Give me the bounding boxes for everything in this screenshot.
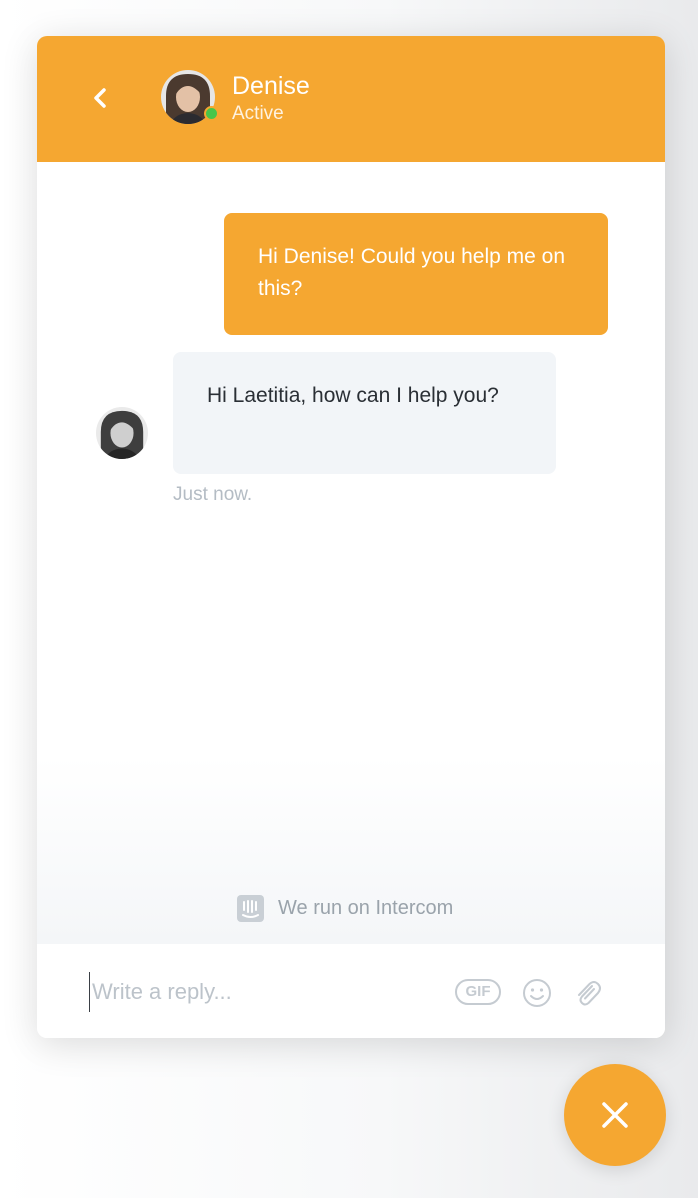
user-message-bubble: Hi Denise! Could you help me on this? — [224, 213, 608, 335]
messenger-launcher-button[interactable] — [564, 1064, 666, 1166]
status-indicator — [204, 106, 219, 121]
admin-avatar — [96, 407, 148, 459]
chevron-left-icon — [94, 88, 106, 108]
messenger-window: Denise Active Hi Denise! Could you help … — [37, 36, 665, 1038]
paperclip-icon — [578, 981, 601, 1006]
emoji-button[interactable] — [521, 977, 553, 1009]
intercom-logo-icon — [237, 894, 264, 922]
agent-status: Active — [232, 103, 284, 124]
message-timestamp: Just now. — [173, 484, 253, 505]
reply-input[interactable] — [89, 972, 432, 1012]
agent-name: Denise — [232, 72, 310, 100]
admin-message-bubble: Hi Laetitia, how can I help you? — [173, 352, 556, 474]
powered-by-label: We run on Intercom — [278, 896, 454, 919]
gif-button[interactable]: GIF — [455, 979, 501, 1005]
back-button[interactable] — [83, 80, 119, 116]
attach-button[interactable] — [571, 977, 603, 1009]
conversation-header: Denise Active — [37, 36, 665, 162]
conversation-body: Hi Denise! Could you help me on this? Hi… — [37, 162, 665, 944]
close-icon — [602, 1102, 628, 1128]
emoji-icon — [523, 979, 551, 1007]
reply-composer: GIF — [37, 944, 665, 1038]
powered-by-intercom[interactable]: We run on Intercom — [237, 894, 453, 922]
